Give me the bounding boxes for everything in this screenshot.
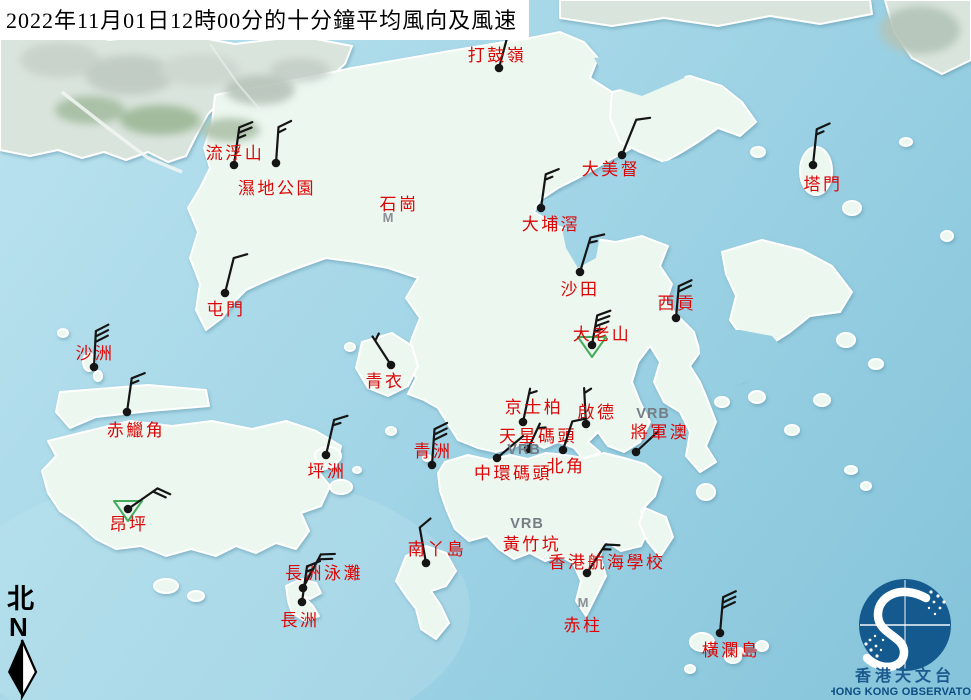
station-label[interactable]: 赤鱲角 <box>107 421 166 440</box>
station-label[interactable]: 大美督 <box>582 160 641 179</box>
station-label[interactable]: 打鼓嶺 <box>468 46 527 65</box>
station-label[interactable]: 沙田 <box>561 280 600 299</box>
station-label[interactable]: 流浮山 <box>206 144 265 163</box>
hong-kong-map: 打鼓嶺流浮山濕地公園 大美督塔門 M 石崗大埔滘沙田屯門 西貢沙洲 大老山青衣赤鱲角 京士柏… <box>0 0 971 700</box>
station-dot <box>493 454 502 463</box>
station-label[interactable]: 中環碼頭 <box>474 464 552 483</box>
station-label[interactable]: 黃竹坑 <box>503 535 562 554</box>
variable-wind-flag: VRB <box>507 442 541 458</box>
station-label[interactable]: 大老山 <box>573 325 632 344</box>
station-label[interactable]: 長洲 <box>281 611 320 630</box>
station-label[interactable]: 長洲泳灘 <box>285 564 363 583</box>
compass-hanzi-label: 北 <box>7 584 34 614</box>
station-dot <box>559 446 568 455</box>
station-label[interactable]: 赤柱 <box>564 616 603 635</box>
variable-wind-flag: VRB <box>636 406 670 422</box>
station-label[interactable]: 青衣 <box>366 372 405 391</box>
station-dot <box>221 289 230 298</box>
station-label[interactable]: 塔門 <box>804 175 843 194</box>
station-label[interactable]: 西貢 <box>658 294 697 313</box>
station-dot <box>322 451 331 460</box>
hko-logo: 香港天文台 HONG KONG OBSERVATORY <box>831 578 971 700</box>
station-label[interactable]: 坪洲 <box>308 462 347 481</box>
wind-map-canvas: 打鼓嶺流浮山濕地公園 大美督塔門 M 石崗大埔滘沙田屯門 西貢沙洲 大老山青衣赤鱲角 京士柏… <box>0 0 971 700</box>
compass-needle-icon <box>8 640 36 697</box>
station-dot <box>428 461 437 470</box>
variable-wind-flag: VRB <box>510 516 544 532</box>
hko-logo-icon <box>859 579 951 671</box>
station-label[interactable]: 北角 <box>547 457 586 476</box>
mainland-top-strip <box>560 0 872 26</box>
station-label[interactable]: 橫瀾島 <box>702 641 761 660</box>
hko-logo-en-text: HONG KONG OBSERVATORY <box>831 686 971 698</box>
station-label[interactable]: 京士柏 <box>505 398 564 417</box>
station-dot <box>124 505 133 514</box>
station-dot <box>716 629 725 638</box>
station-label[interactable]: 大埔滘 <box>522 215 581 234</box>
station-dot <box>298 598 307 607</box>
station-dot <box>519 418 528 427</box>
map-title: 2022年11月01日12時00分的十分鐘平均風向及風速 <box>0 0 529 40</box>
station-label[interactable]: 將軍澳 <box>631 423 690 442</box>
station-dot <box>537 204 546 213</box>
station-label[interactable]: 屯門 <box>207 300 246 319</box>
station-dot <box>809 161 818 170</box>
station-dot <box>618 151 627 160</box>
station-label[interactable]: 沙洲 <box>76 344 115 363</box>
station-dot <box>387 361 396 370</box>
station-dot <box>90 363 99 372</box>
maintenance-flag: M <box>578 595 589 610</box>
compass-n-label: N <box>9 612 28 642</box>
station-label[interactable]: 青洲 <box>414 442 453 461</box>
station-dot <box>123 408 132 417</box>
station-dot <box>632 448 641 457</box>
station-dot <box>272 159 281 168</box>
station-label[interactable]: 香港航海學校 <box>549 553 666 572</box>
station-dot <box>672 314 681 323</box>
station-label[interactable]: 濕地公園 <box>238 179 316 198</box>
station-label[interactable]: 昂坪 <box>110 515 149 534</box>
station-dot <box>576 268 585 277</box>
station-dot <box>422 559 431 568</box>
station-label[interactable]: 南丫島 <box>408 540 467 559</box>
station-label[interactable]: 石崗 <box>380 195 419 214</box>
north-compass: 北 N <box>2 578 46 700</box>
hko-logo-cn-text: 香港天文台 <box>854 666 955 685</box>
